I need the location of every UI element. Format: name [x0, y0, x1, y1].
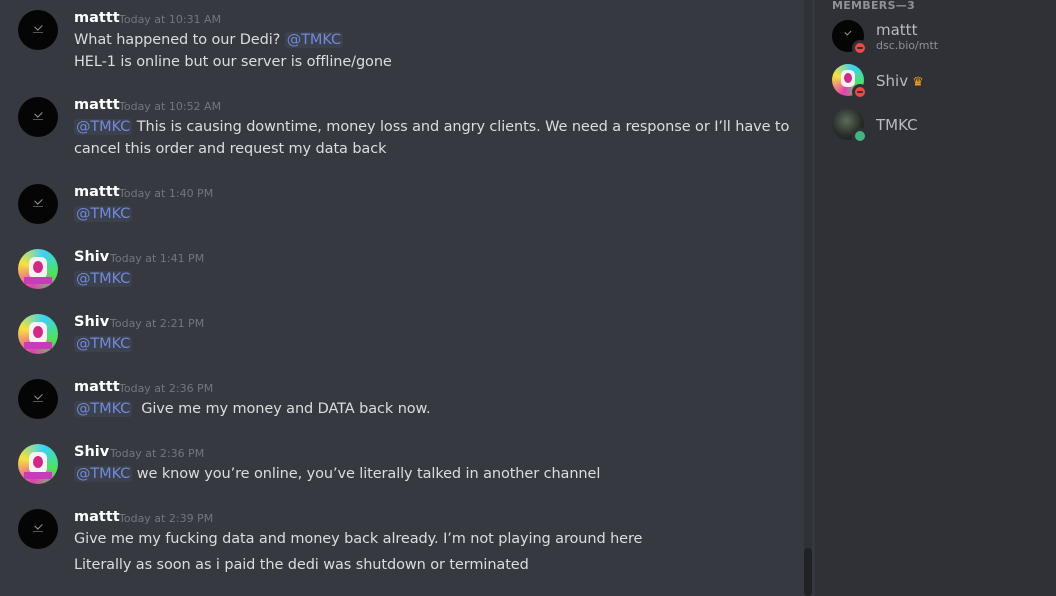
- author-name[interactable]: mattt: [74, 10, 120, 26]
- member-item-shiv[interactable]: Shiv ♛: [832, 64, 1052, 104]
- mattt-avatar[interactable]: [18, 184, 58, 224]
- message-line: Literally as soon as i paid the dedi was…: [74, 554, 529, 576]
- author-name[interactable]: mattt: [74, 184, 120, 200]
- message-line: @TMKC: [74, 268, 133, 290]
- message-line: Give me my fucking data and money back a…: [74, 528, 642, 550]
- message-text: This is causing downtime, money loss and…: [132, 119, 790, 135]
- mention[interactable]: @TMKC: [74, 336, 133, 352]
- message-text: cancel this order and request my data ba…: [74, 141, 387, 157]
- member-name: TMKC: [876, 116, 918, 134]
- mattt-avatar[interactable]: [18, 97, 58, 137]
- timestamp: Today at 10:31 AM: [119, 13, 222, 26]
- message-text: Give me my fucking data and money back a…: [74, 531, 643, 547]
- mattt-avatar[interactable]: [18, 509, 58, 549]
- mattt-avatar[interactable]: [18, 379, 58, 419]
- member-status-text: dsc.bio/mtt: [876, 39, 939, 52]
- author-name[interactable]: Shiv: [74, 314, 109, 330]
- author-name[interactable]: mattt: [74, 379, 120, 395]
- member-name: Shiv ♛: [876, 72, 924, 90]
- mention[interactable]: @TMKC: [74, 401, 133, 417]
- timestamp: Today at 2:39 PM: [119, 512, 214, 525]
- message-text: Literally as soon as i paid the dedi was…: [74, 557, 529, 573]
- shiv-avatar[interactable]: [18, 444, 58, 484]
- member-item-tmkc[interactable]: TMKC: [832, 108, 1052, 148]
- author-name[interactable]: Shiv: [74, 444, 109, 460]
- mattt-avatar[interactable]: [18, 10, 58, 50]
- online-status-icon: [852, 128, 868, 144]
- mention[interactable]: @TMKC: [284, 32, 343, 48]
- message-line: cancel this order and request my data ba…: [74, 138, 386, 160]
- crown-icon: ♛: [912, 75, 924, 90]
- message-text: HEL-1 is online but our server is offlin…: [74, 54, 392, 70]
- message-line: @TMKC This is causing downtime, money lo…: [74, 116, 789, 138]
- message-text: we know you’re online, you’ve literally …: [132, 466, 601, 482]
- message-line: HEL-1 is online but our server is offlin…: [74, 51, 392, 73]
- member-list: MEMBERS—3 mattt dsc.bio/mtt Shiv ♛ TMKC: [815, 0, 1056, 596]
- shiv-avatar[interactable]: [18, 314, 58, 354]
- author-name[interactable]: mattt: [74, 509, 120, 525]
- member-item-mattt[interactable]: mattt dsc.bio/mtt: [832, 20, 1052, 60]
- timestamp: Today at 1:41 PM: [110, 252, 205, 265]
- dnd-status-icon: [852, 84, 868, 100]
- author-name[interactable]: Shiv: [74, 249, 109, 265]
- message-text: Give me my money and DATA back now.: [132, 401, 431, 417]
- dnd-status-icon: [852, 40, 868, 56]
- member-name: mattt: [876, 21, 918, 39]
- mention[interactable]: @TMKC: [74, 271, 133, 287]
- member-name-text: Shiv: [876, 72, 909, 90]
- scrollbar-track[interactable]: [804, 0, 812, 596]
- timestamp: Today at 1:40 PM: [119, 187, 214, 200]
- timestamp: Today at 2:36 PM: [119, 382, 214, 395]
- timestamp: Today at 2:21 PM: [110, 317, 205, 330]
- scrollbar-thumb[interactable]: [804, 548, 812, 596]
- mention[interactable]: @TMKC: [74, 466, 133, 482]
- author-name[interactable]: mattt: [74, 97, 120, 113]
- mention[interactable]: @TMKC: [74, 206, 133, 222]
- message-text: What happened to our Dedi?: [74, 32, 285, 48]
- mention[interactable]: @TMKC: [74, 119, 133, 135]
- message-line: @TMKC we know you’re online, you’ve lite…: [74, 463, 600, 485]
- shiv-avatar[interactable]: [18, 249, 58, 289]
- message-line: @TMKC: [74, 203, 133, 225]
- message-line: What happened to our Dedi? @TMKC: [74, 29, 343, 51]
- timestamp: Today at 10:52 AM: [119, 100, 222, 113]
- timestamp: Today at 2:36 PM: [110, 447, 205, 460]
- chat-panel: mattt Today at 10:31 AM What happened to…: [0, 0, 815, 596]
- message-line: @TMKC: [74, 333, 133, 355]
- message-line: @TMKC Give me my money and DATA back now…: [74, 398, 431, 420]
- members-header: MEMBERS—3: [832, 0, 916, 12]
